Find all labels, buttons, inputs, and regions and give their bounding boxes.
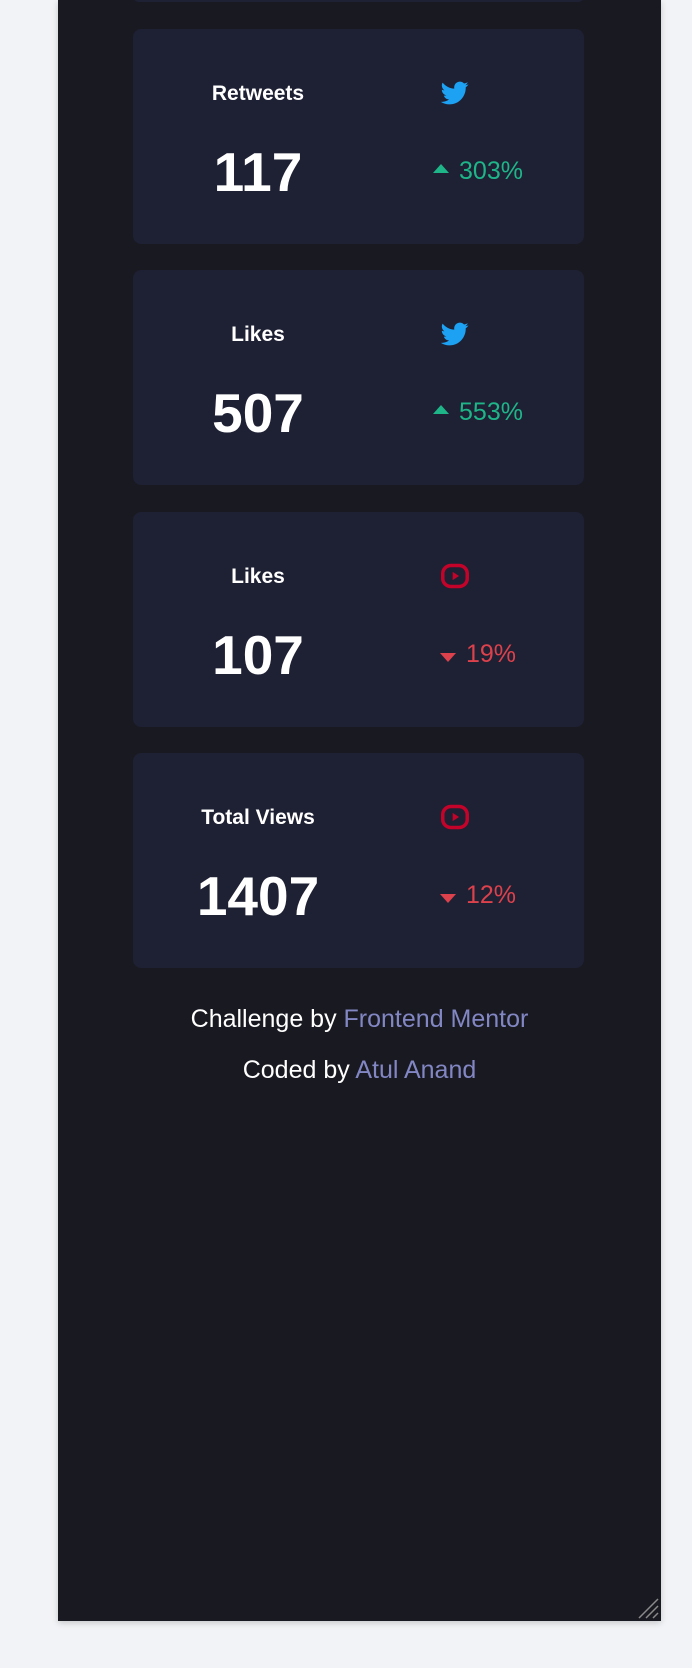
card-change: 553%	[383, 397, 573, 427]
attribution-coded: Coded by Atul Anand	[58, 1056, 661, 1085]
card-change: 303%	[383, 156, 573, 186]
overview-card-total-views[interactable]: Total Views 1407 12%	[133, 753, 584, 968]
arrow-up-icon	[433, 404, 450, 414]
overview-card-twitter-likes[interactable]: Likes 507 553%	[133, 270, 584, 485]
arrow-down-icon	[439, 893, 456, 903]
change-percent: 19%	[465, 640, 517, 668]
overview-card-youtube-likes[interactable]: Likes 107 19%	[133, 512, 584, 727]
card-value: 1407	[196, 865, 320, 927]
change-percent: 303%	[459, 157, 523, 185]
attribution-challenge: Challenge by Frontend Mentor	[58, 1005, 661, 1034]
change-percent: 553%	[459, 398, 523, 426]
card-value: 507	[212, 382, 304, 444]
card-label: Likes	[231, 323, 285, 346]
author-link[interactable]: Atul Anand	[355, 1056, 476, 1084]
attribution-challenge-text: Challenge by	[190, 1005, 337, 1033]
card-value: 117	[213, 141, 303, 203]
frontend-mentor-link[interactable]: Frontend Mentor	[344, 1005, 529, 1033]
card-label: Likes	[231, 565, 285, 588]
youtube-icon	[441, 803, 469, 831]
twitter-icon	[441, 79, 469, 107]
card-label: Retweets	[211, 82, 305, 105]
overview-card-retweets[interactable]: Retweets 117 303%	[133, 29, 584, 244]
youtube-icon	[441, 562, 469, 590]
card-change: 12%	[383, 880, 573, 910]
resize-handle-icon[interactable]	[635, 1595, 659, 1619]
card-change: 19%	[383, 639, 573, 669]
card-value: 107	[212, 624, 304, 686]
attribution-coded-text: Coded by	[242, 1056, 350, 1084]
twitter-icon	[441, 320, 469, 348]
card-label: Total Views	[201, 806, 315, 829]
dashboard-frame: Retweets 117 303% Likes 507 553% Likes 1…	[58, 0, 661, 1621]
arrow-down-icon	[439, 652, 456, 662]
previous-card-edge	[133, 0, 584, 2]
arrow-up-icon	[433, 163, 450, 173]
change-percent: 12%	[465, 881, 517, 909]
